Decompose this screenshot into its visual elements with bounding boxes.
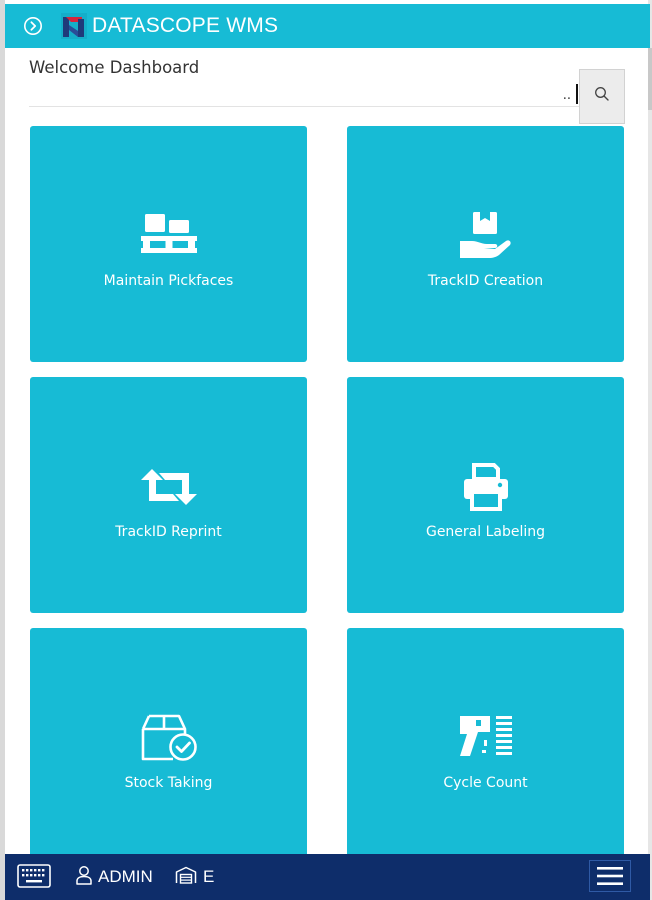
tile-label: Cycle Count — [443, 775, 528, 791]
tile-maintain-pickfaces[interactable]: Maintain Pickfaces — [30, 126, 307, 362]
dashboard-tiles: Maintain Pickfaces TrackID Creation Trac… — [30, 126, 624, 856]
scrollbar-track[interactable] — [648, 0, 652, 900]
warehouse-code: E — [203, 867, 215, 886]
page-title: Welcome Dashboard — [29, 58, 200, 77]
tile-stock-taking[interactable]: Stock Taking — [30, 628, 307, 856]
chevron-right-circle-icon[interactable] — [23, 16, 43, 36]
tile-label: TrackID Creation — [427, 273, 544, 289]
tile-trackid-creation[interactable]: TrackID Creation — [347, 126, 624, 362]
tile-label: Maintain Pickfaces — [103, 273, 234, 289]
warehouse-icon — [175, 866, 197, 889]
keyboard-icon[interactable] — [16, 863, 52, 889]
tile-general-labeling[interactable]: General Labeling — [347, 377, 624, 613]
search-input[interactable] — [29, 84, 577, 106]
app-header: DATASCOPE WMS — [5, 4, 650, 48]
search-button[interactable] — [579, 69, 625, 124]
window-left-edge — [0, 0, 5, 900]
footer-bar: ADMIN E — [5, 854, 650, 900]
hamburger-menu-icon[interactable] — [589, 860, 631, 892]
datascope-logo-icon — [61, 13, 87, 39]
tile-label: General Labeling — [425, 524, 546, 540]
warehouse-selector[interactable]: E — [175, 866, 214, 888]
barcode-scanner-icon — [347, 708, 624, 768]
search-icon — [594, 86, 610, 107]
user-icon — [75, 865, 93, 890]
printer-icon — [347, 457, 624, 517]
app-title: DATASCOPE WMS — [92, 14, 279, 37]
tile-label: Stock Taking — [124, 775, 213, 791]
pallet-boxes-icon — [30, 206, 307, 266]
scrollbar-thumb[interactable] — [648, 48, 652, 110]
tile-label: TrackID Reprint — [115, 524, 222, 540]
app-window: DATASCOPE WMS Welcome Dashboard .. Maint… — [0, 0, 652, 900]
search-underline — [29, 106, 581, 107]
box-check-icon — [30, 708, 307, 768]
user-menu[interactable]: ADMIN — [75, 865, 153, 890]
user-name: ADMIN — [98, 867, 153, 886]
hand-box-icon — [347, 206, 624, 266]
tile-trackid-reprint[interactable]: TrackID Reprint — [30, 377, 307, 613]
text-caret — [576, 84, 578, 104]
tile-cycle-count[interactable]: Cycle Count — [347, 628, 624, 856]
retweet-arrows-icon — [30, 457, 307, 517]
